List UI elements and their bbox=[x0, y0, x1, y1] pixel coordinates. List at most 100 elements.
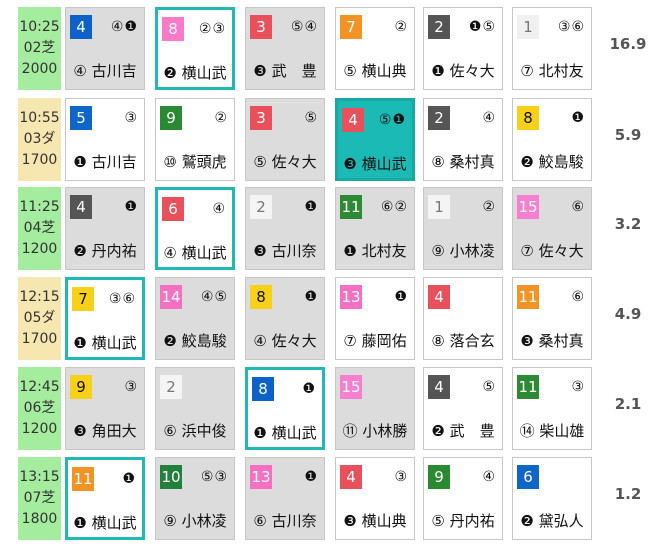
jockey-name: ❸ 横山典 bbox=[343, 512, 407, 530]
cell-header: 4 ⑤❶ bbox=[342, 108, 406, 132]
cell-header: 13 ❶ bbox=[340, 285, 408, 309]
jockey-name: ❶ 横山武 bbox=[253, 424, 317, 442]
rank-marks: ⑤❶ bbox=[378, 112, 406, 128]
horse-cell[interactable]: 9④⑤ 丹内祐 bbox=[423, 457, 503, 540]
rank-marks: ❶ bbox=[302, 381, 316, 397]
cell-header: 8❶ bbox=[252, 377, 316, 401]
cell-header: 8❶ bbox=[517, 106, 585, 130]
cell-header: 4 bbox=[428, 285, 496, 309]
rank-marks: ❶ bbox=[122, 471, 136, 487]
horse-number-badge: 1 bbox=[428, 195, 450, 219]
horse-cell[interactable]: 3 ⑤④ ❸ 武 豊 bbox=[245, 7, 325, 90]
jockey-name: ⑧ 桑村真 bbox=[431, 153, 495, 171]
cell-header: 2④ bbox=[428, 106, 496, 130]
cell-header: 10 ⑤③ bbox=[160, 465, 228, 489]
horse-cell[interactable]: 11 ⑥ ❸ 桑村真 bbox=[512, 277, 592, 360]
horse-cell[interactable]: 14 ④⑤ ❷ 鮫島駿 bbox=[155, 277, 235, 360]
horse-number-badge: 14 bbox=[160, 285, 182, 309]
cell-header: 3⑤ bbox=[250, 106, 318, 130]
horse-number-badge: 3 bbox=[250, 15, 272, 39]
horse-number-badge: 9 bbox=[160, 106, 182, 130]
rank-marks: ② bbox=[482, 199, 496, 215]
jockey-name: ❷ 黛弘人 bbox=[520, 512, 584, 530]
horse-cell[interactable]: 7 ③⑥ ❶ 横山武 bbox=[65, 277, 145, 360]
race-dist: 1800 bbox=[21, 511, 58, 527]
cell-header: 8 ②③ bbox=[162, 17, 226, 41]
horse-number-badge: 8 bbox=[517, 106, 539, 130]
horse-cell[interactable]: 4⑤❷ 武 豊 bbox=[423, 367, 503, 450]
horse-cell[interactable]: 2④ ⑧ 桑村真 bbox=[423, 98, 503, 181]
horse-cell[interactable]: 13 ❶ ⑦ 藤岡佑 bbox=[335, 277, 415, 360]
horse-cell[interactable]: 13 ❶ ⑥ 古川奈 bbox=[245, 457, 325, 540]
cell-header: 4❶ bbox=[70, 195, 138, 219]
race-row: 12:45 06芝 1200 9 ③ ❸ 角田大 2 ⑥ 浜中俊 8 ❶ ❶ 横山武 15 ⑪ 小林勝 4… bbox=[0, 367, 656, 457]
rank-marks: ⑤③ bbox=[200, 469, 228, 485]
horse-number-badge: 7 bbox=[72, 287, 94, 311]
odds-value: 2.1 bbox=[614, 395, 642, 413]
rank-marks: ⑥ bbox=[571, 289, 585, 305]
race-dist: 1700 bbox=[21, 331, 58, 347]
race-info: 11:25 04芝 1200 bbox=[18, 187, 61, 270]
horse-number-badge: 2 bbox=[250, 195, 272, 219]
horse-cell[interactable]: 1②⑨ 小林凌 bbox=[423, 187, 503, 270]
horse-cell[interactable]: 4 ④❶ ④ 古川吉 bbox=[65, 7, 145, 90]
horse-number-badge: 4 bbox=[428, 375, 450, 399]
horse-number-badge: 11 bbox=[517, 285, 539, 309]
rank-marks: ❶ bbox=[394, 289, 408, 305]
horse-cell[interactable]: 9③❸ 角田大 bbox=[65, 367, 145, 450]
jockey-name: ❶ 横山武 bbox=[73, 514, 137, 532]
cell-header: 3 ⑤④ bbox=[250, 15, 318, 39]
jockey-name: ⑨ 小林凌 bbox=[163, 512, 227, 530]
jockey-name: ⑭ 柴山雄 bbox=[519, 422, 585, 440]
jockey-name: ⑦ 佐々大 bbox=[520, 242, 584, 260]
horse-number-badge: 2 bbox=[160, 375, 182, 399]
race-info: 13:15 07芝 1800 bbox=[18, 457, 61, 540]
horse-cell[interactable]: 2 ⑥ 浜中俊 bbox=[155, 367, 235, 450]
horse-cell[interactable]: 8❶④ 佐々大 bbox=[245, 277, 325, 360]
horse-number-badge: 4 bbox=[70, 15, 92, 39]
horse-number-badge: 8 bbox=[252, 377, 274, 401]
horse-cell[interactable]: 10 ⑤③ ⑨ 小林凌 bbox=[155, 457, 235, 540]
race-race: 02芝 bbox=[23, 40, 56, 56]
jockey-name: ❶ 古川吉 bbox=[73, 153, 137, 171]
rank-marks: ④ bbox=[482, 110, 496, 126]
rank-marks: ④⑤ bbox=[200, 289, 228, 305]
horse-cell[interactable]: 3⑤⑤ 佐々大 bbox=[245, 98, 325, 181]
horse-cell[interactable]: 2❶❸ 古川奈 bbox=[245, 187, 325, 270]
horse-cell[interactable]: 8❶ ❷ 鮫島駿 bbox=[512, 98, 592, 181]
jockey-name: ❶ 佐々大 bbox=[431, 62, 495, 80]
horse-cell[interactable]: 4 ⑧ 落合玄 bbox=[423, 277, 503, 360]
horse-cell[interactable]: 2 ❶⑤ ❶ 佐々大 bbox=[423, 7, 503, 90]
race-dist: 1200 bbox=[21, 241, 58, 257]
rank-marks: ⑤ bbox=[304, 110, 318, 126]
jockey-name: ❶ 横山武 bbox=[73, 334, 137, 352]
race-row: 10:25 02芝 2000 4 ④❶ ④ 古川吉 8 ②③ ❷ 横山武 3 ⑤④ ❸ 武 豊7②⑤ … bbox=[0, 7, 656, 97]
horse-cell[interactable]: 15 ⑪ 小林勝 bbox=[335, 367, 415, 450]
horse-cell[interactable]: 11 ③ ⑭ 柴山雄 bbox=[512, 367, 592, 450]
horse-cell[interactable]: 4③❸ 横山典 bbox=[335, 457, 415, 540]
horse-cell[interactable]: 1 ③⑥ ⑦ 北村友 bbox=[512, 7, 592, 90]
horse-cell[interactable]: 6④④ 横山武 bbox=[155, 187, 235, 270]
horse-number-badge: 9 bbox=[70, 375, 92, 399]
horse-cell[interactable]: 6 ❷ 黛弘人 bbox=[512, 457, 592, 540]
rank-marks: ⑤ bbox=[482, 379, 496, 395]
jockey-name: ❷ 鮫島駿 bbox=[520, 153, 584, 171]
horse-cell[interactable]: 9②⑩ 鷲頭虎 bbox=[155, 98, 235, 181]
horse-cell[interactable]: 7②⑤ 横山典 bbox=[335, 7, 415, 90]
horse-cell[interactable]: 11 ❶ ❶ 横山武 bbox=[65, 457, 145, 540]
horse-number-badge: 15 bbox=[340, 375, 362, 399]
horse-cell[interactable]: 11 ⑥② ❶ 北村友 bbox=[335, 187, 415, 270]
horse-cell[interactable]: 5③❶ 古川吉 bbox=[65, 98, 145, 181]
horse-number-badge: 7 bbox=[340, 15, 362, 39]
horse-cell[interactable]: 15 ⑥ ⑦ 佐々大 bbox=[512, 187, 592, 270]
horse-cell[interactable]: 8❶❶ 横山武 bbox=[245, 367, 325, 450]
horse-cell[interactable]: 8 ②③ ❷ 横山武 bbox=[155, 7, 235, 90]
cell-header: 7 ③⑥ bbox=[72, 287, 136, 311]
horse-cell[interactable]: 4 ⑤❶ ❸ 横山武 bbox=[335, 98, 415, 181]
cell-header: 6 bbox=[517, 465, 585, 489]
cell-header: 15 ⑥ bbox=[517, 195, 585, 219]
horse-cell[interactable]: 4❶❷ 丹内祐 bbox=[65, 187, 145, 270]
horse-number-badge: 15 bbox=[517, 195, 539, 219]
rank-marks: ❶⑤ bbox=[468, 19, 496, 35]
horse-number-badge: 2 bbox=[428, 15, 450, 39]
